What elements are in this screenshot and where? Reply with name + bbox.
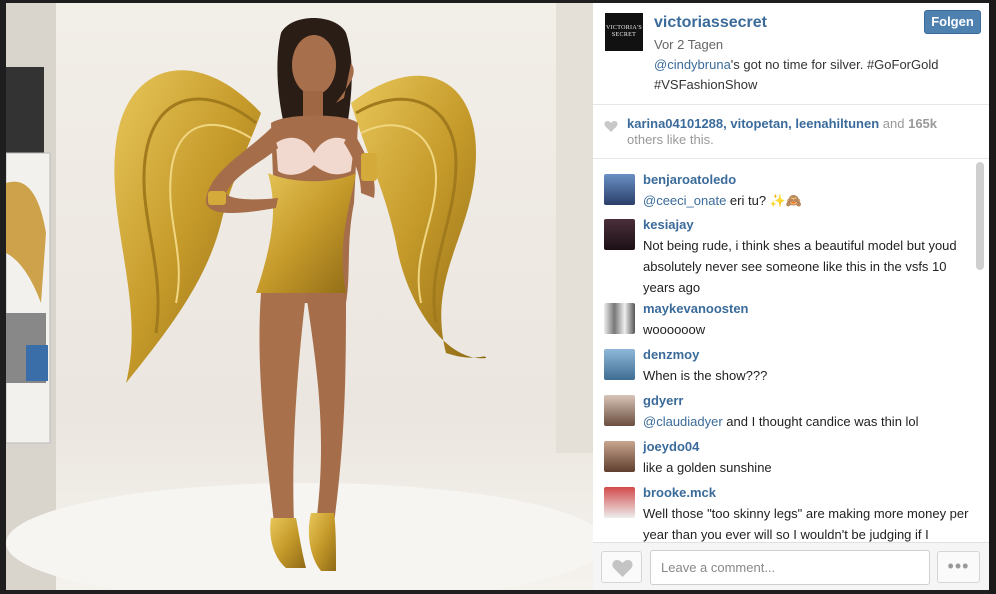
account-username[interactable]: victoriassecret [654, 14, 767, 32]
avatar[interactable] [604, 395, 635, 426]
heart-icon [604, 121, 618, 132]
comment-username[interactable]: maykevanoosten [643, 301, 749, 316]
likes-suffix: others like this. [627, 132, 714, 147]
likes-text: karina04101288, vitopetan, leenahiltunen… [627, 116, 967, 148]
heart-icon [612, 560, 633, 577]
comment-text: @ceeci_onate eri tu? ✨🙈 [643, 190, 971, 211]
likes-count: 165k [908, 116, 938, 131]
comment-username[interactable]: joeydo04 [643, 439, 699, 454]
likes-section: karina04101288, vitopetan, leenahiltunen… [593, 106, 989, 159]
comment-username[interactable]: gdyerr [643, 393, 683, 408]
account-avatar[interactable]: VICTORIA'S SECRET [605, 13, 643, 51]
comment-input[interactable] [650, 550, 930, 585]
comment-body: woooooow [643, 322, 706, 337]
more-options-button[interactable]: ••• [937, 551, 980, 583]
comments-list[interactable]: benjaroatoledo @ceeci_onate eri tu? ✨🙈 k… [593, 160, 989, 542]
comment-text: woooooow [643, 319, 971, 340]
comment-body: Not being rude, i think shes a beautiful… [643, 238, 957, 295]
follow-button[interactable]: Folgen [924, 10, 981, 34]
comment-text: @claudiadyer and I thought candice was t… [643, 411, 971, 432]
comment-username[interactable]: benjaroatoledo [643, 172, 736, 187]
avatar[interactable] [604, 174, 635, 205]
comment-username[interactable]: denzmoy [643, 347, 699, 362]
comment-username[interactable]: kesiajay [643, 217, 694, 232]
comment-username[interactable]: brooke.mck [643, 485, 716, 500]
comment-body: Well those "too skinny legs" are making … [643, 506, 969, 542]
post-header: VICTORIA'S SECRET victoriassecret Vor 2 … [593, 3, 989, 105]
caption-mention[interactable]: @cindybruna [654, 57, 731, 72]
post-panel: VICTORIA'S SECRET victoriassecret Vor 2 … [593, 3, 989, 590]
window-edge [989, 0, 996, 594]
avatar[interactable] [604, 487, 635, 518]
avatar[interactable] [604, 441, 635, 472]
more-icon: ••• [947, 556, 970, 576]
comment-text: When is the show??? [643, 365, 971, 386]
comment-body: like a golden sunshine [643, 460, 772, 475]
comment-body: When is the show??? [643, 368, 768, 383]
post-viewer: VICTORIA'S SECRET victoriassecret Vor 2 … [0, 0, 996, 594]
like-button[interactable] [601, 551, 642, 583]
post-time: Vor 2 Tagen [654, 37, 724, 52]
avatar[interactable] [604, 219, 635, 250]
likes-and: and [879, 116, 909, 131]
comments-scrollbar[interactable] [976, 162, 984, 270]
avatar[interactable] [604, 349, 635, 380]
avatar[interactable] [604, 303, 635, 334]
comment-text: Well those "too skinny legs" are making … [643, 503, 971, 542]
comment-mention[interactable]: @claudiadyer [643, 414, 723, 429]
comment-body: and I thought candice was thin lol [722, 414, 919, 429]
comment-text: like a golden sunshine [643, 457, 971, 478]
comment-text: Not being rude, i think shes a beautiful… [643, 235, 971, 298]
post-photo[interactable] [6, 3, 593, 590]
comment-mention[interactable]: @ceeci_onate [643, 193, 726, 208]
photo-illustration [6, 3, 593, 590]
post-caption: @cindybruna's got no time for silver. #G… [654, 55, 954, 95]
comment-body: eri tu? ✨🙈 [726, 193, 803, 208]
logo-text: VICTORIA'S SECRET [606, 25, 642, 38]
comment-footer: ••• [593, 542, 989, 590]
likes-users[interactable]: karina04101288, vitopetan, leenahiltunen [627, 116, 879, 131]
